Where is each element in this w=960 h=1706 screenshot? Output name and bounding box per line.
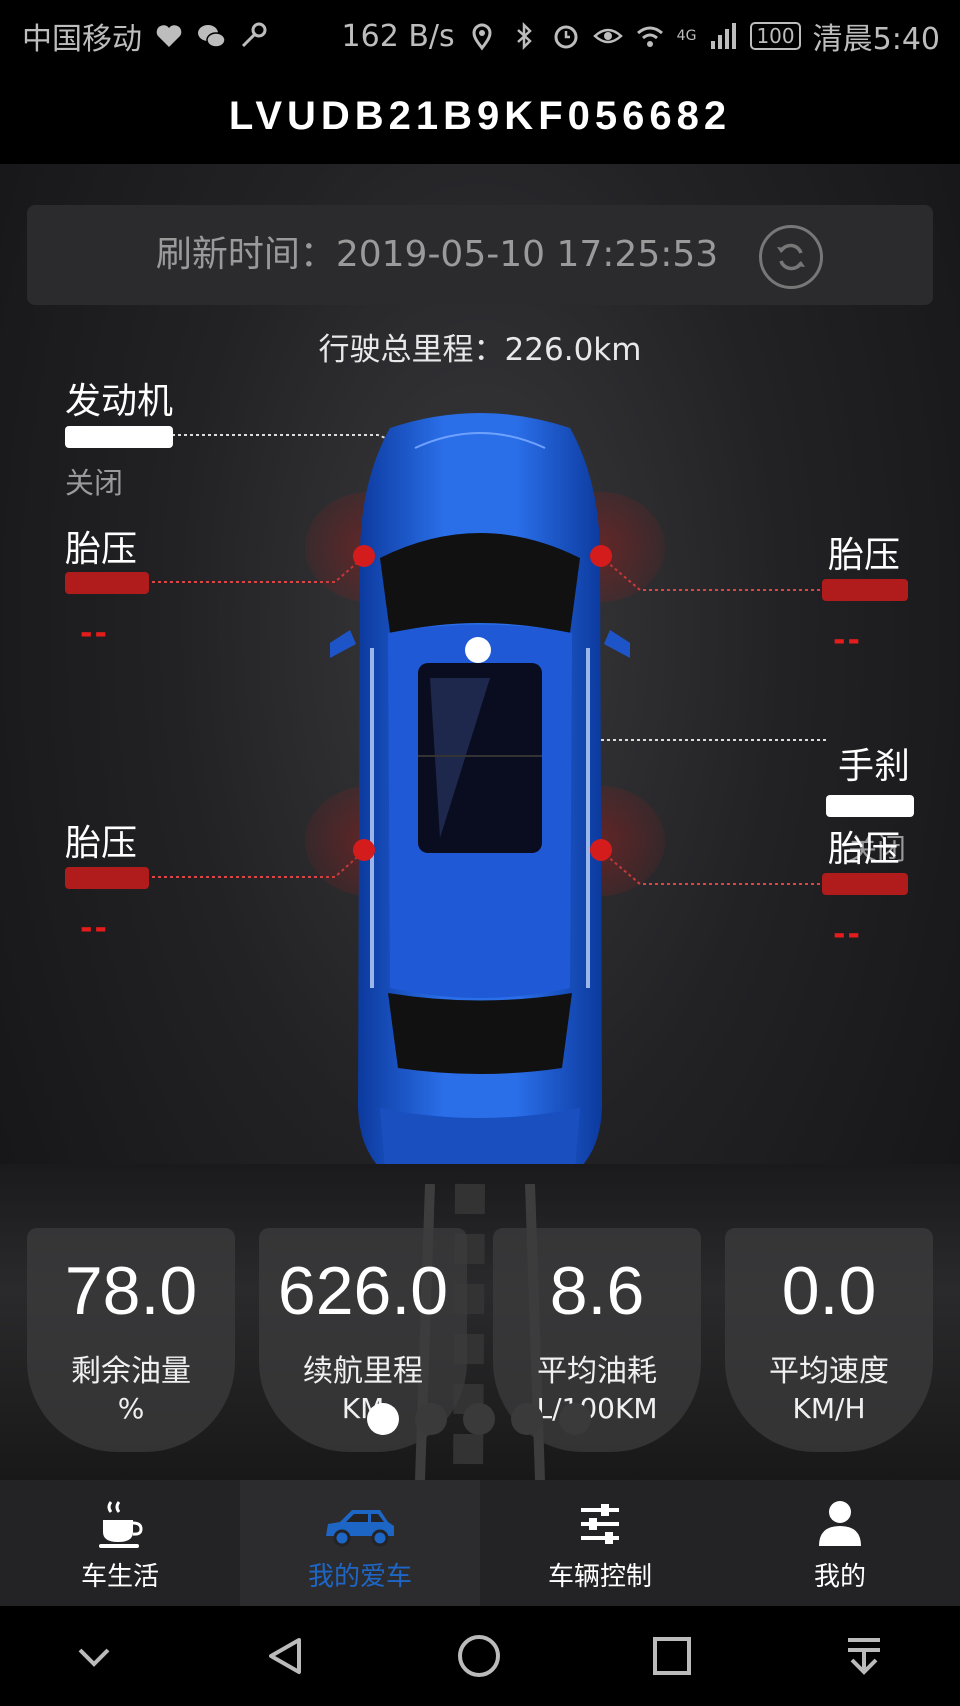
- tab-me[interactable]: 我的: [720, 1480, 960, 1606]
- tire-rear-right-title: 胎压: [828, 829, 901, 870]
- tab-label: 我的爱车: [307, 1562, 412, 1592]
- status-time: 清晨5:40: [812, 22, 940, 57]
- wifi-icon: [636, 26, 663, 47]
- tire-front-right-bar: [822, 579, 908, 601]
- network-type: 4G: [676, 28, 697, 44]
- car-icon: [326, 1510, 394, 1547]
- stat-value: 0.0: [781, 1253, 877, 1329]
- tire-front-right-title: 胎压: [828, 535, 901, 576]
- stat-value: 78.0: [64, 1253, 198, 1329]
- coffee-cup-icon: [99, 1501, 143, 1548]
- tire-rear-left-title: 胎压: [65, 823, 138, 864]
- person-icon: [819, 1501, 861, 1546]
- alarm-icon: [554, 25, 578, 49]
- tab-my-car[interactable]: 我的爱车: [240, 1480, 480, 1606]
- hide-nav-icon[interactable]: [74, 1636, 114, 1676]
- tab-label: 车辆控制: [547, 1562, 652, 1592]
- tire-front-left-value: --: [80, 616, 109, 651]
- notification-pull-icon[interactable]: [842, 1634, 886, 1678]
- tab-label: 车生活: [80, 1562, 159, 1592]
- page-dot-2[interactable]: [415, 1403, 447, 1435]
- network-speed: 162 B/s: [341, 18, 455, 54]
- handbrake-status-bar: [826, 795, 914, 817]
- tire-rear-right-bar: [822, 873, 908, 895]
- page-dot-3[interactable]: [463, 1403, 495, 1435]
- page-dot-4[interactable]: [511, 1403, 543, 1435]
- status-bar: 中国移动 162 B/s 4G 100 清晨5:40: [0, 0, 960, 68]
- tire-rear-right-value: --: [833, 917, 862, 952]
- app-header: LVUDB21B9KF056682: [0, 68, 960, 164]
- stat-name: 剩余油量: [71, 1354, 191, 1389]
- stat-unit: %: [117, 1392, 145, 1425]
- refresh-icon: [777, 243, 805, 271]
- car-top-view-illustration: [330, 413, 630, 1198]
- tire-pointer-front-left: [353, 545, 375, 567]
- stat-card-speed[interactable]: 0.0 平均速度 KM/H: [725, 1228, 933, 1452]
- tire-pointer-front-right: [590, 545, 612, 567]
- key-icon: [241, 22, 267, 48]
- handbrake-title: 手刹: [838, 746, 911, 787]
- eye-icon: [592, 28, 623, 44]
- refresh-time-label: 刷新时间：2019-05-10 17:25:53: [155, 234, 719, 275]
- car-dashboard: 刷新时间：2019-05-10 17:25:53 行驶总里程：226.0km 发…: [0, 164, 960, 1480]
- signal-icon: [711, 23, 737, 49]
- tire-front-right-value: --: [833, 623, 862, 658]
- engine-state: 关闭: [65, 466, 124, 500]
- back-icon[interactable]: [263, 1634, 307, 1678]
- engine-title: 发动机: [65, 381, 174, 422]
- wechat-icon: [198, 25, 226, 48]
- tire-front-left-title: 胎压: [65, 529, 138, 570]
- battery-indicator: 100: [750, 22, 801, 50]
- tire-rear-left-bar: [65, 867, 149, 889]
- bluetooth-icon: [516, 21, 532, 51]
- bottom-tab-bar: 车生活 我的爱车 车辆控制 我的: [0, 1480, 960, 1606]
- refresh-button[interactable]: [759, 225, 823, 289]
- vin-title: LVUDB21B9KF056682: [228, 93, 732, 138]
- handbrake-pointer: [465, 637, 491, 663]
- system-nav-bar: [0, 1606, 960, 1706]
- stat-value: 626.0: [277, 1253, 449, 1329]
- home-icon[interactable]: [456, 1633, 502, 1679]
- page-dot-5[interactable]: [559, 1403, 591, 1435]
- page-dot-1[interactable]: [367, 1403, 399, 1435]
- total-mileage: 行驶总里程：226.0km: [318, 332, 642, 368]
- stat-name: 续航里程: [303, 1354, 423, 1389]
- tire-rear-left-value: --: [80, 911, 109, 946]
- stat-card-fuel[interactable]: 78.0 剩余油量 %: [27, 1228, 235, 1452]
- engine-status-bar: [65, 426, 173, 448]
- sliders-icon: [581, 1504, 619, 1544]
- carrier-label: 中国移动: [22, 22, 142, 57]
- stat-unit: KM/H: [792, 1392, 866, 1425]
- tab-label: 我的: [813, 1562, 866, 1592]
- tab-vehicle-control[interactable]: 车辆控制: [480, 1480, 720, 1606]
- tire-pointer-rear-left: [353, 839, 375, 861]
- stat-name: 平均速度: [769, 1354, 889, 1389]
- heart-icon: [156, 25, 182, 47]
- tire-pointer-rear-right: [590, 839, 612, 861]
- recents-icon[interactable]: [651, 1635, 693, 1677]
- refresh-bar: 刷新时间：2019-05-10 17:25:53: [27, 205, 933, 305]
- location-icon: [472, 23, 492, 51]
- tire-front-left-bar: [65, 572, 149, 594]
- stat-name: 平均油耗: [537, 1354, 657, 1389]
- tab-car-life[interactable]: 车生活: [0, 1480, 240, 1606]
- page-indicator: [367, 1403, 591, 1435]
- stat-value: 8.6: [549, 1253, 645, 1329]
